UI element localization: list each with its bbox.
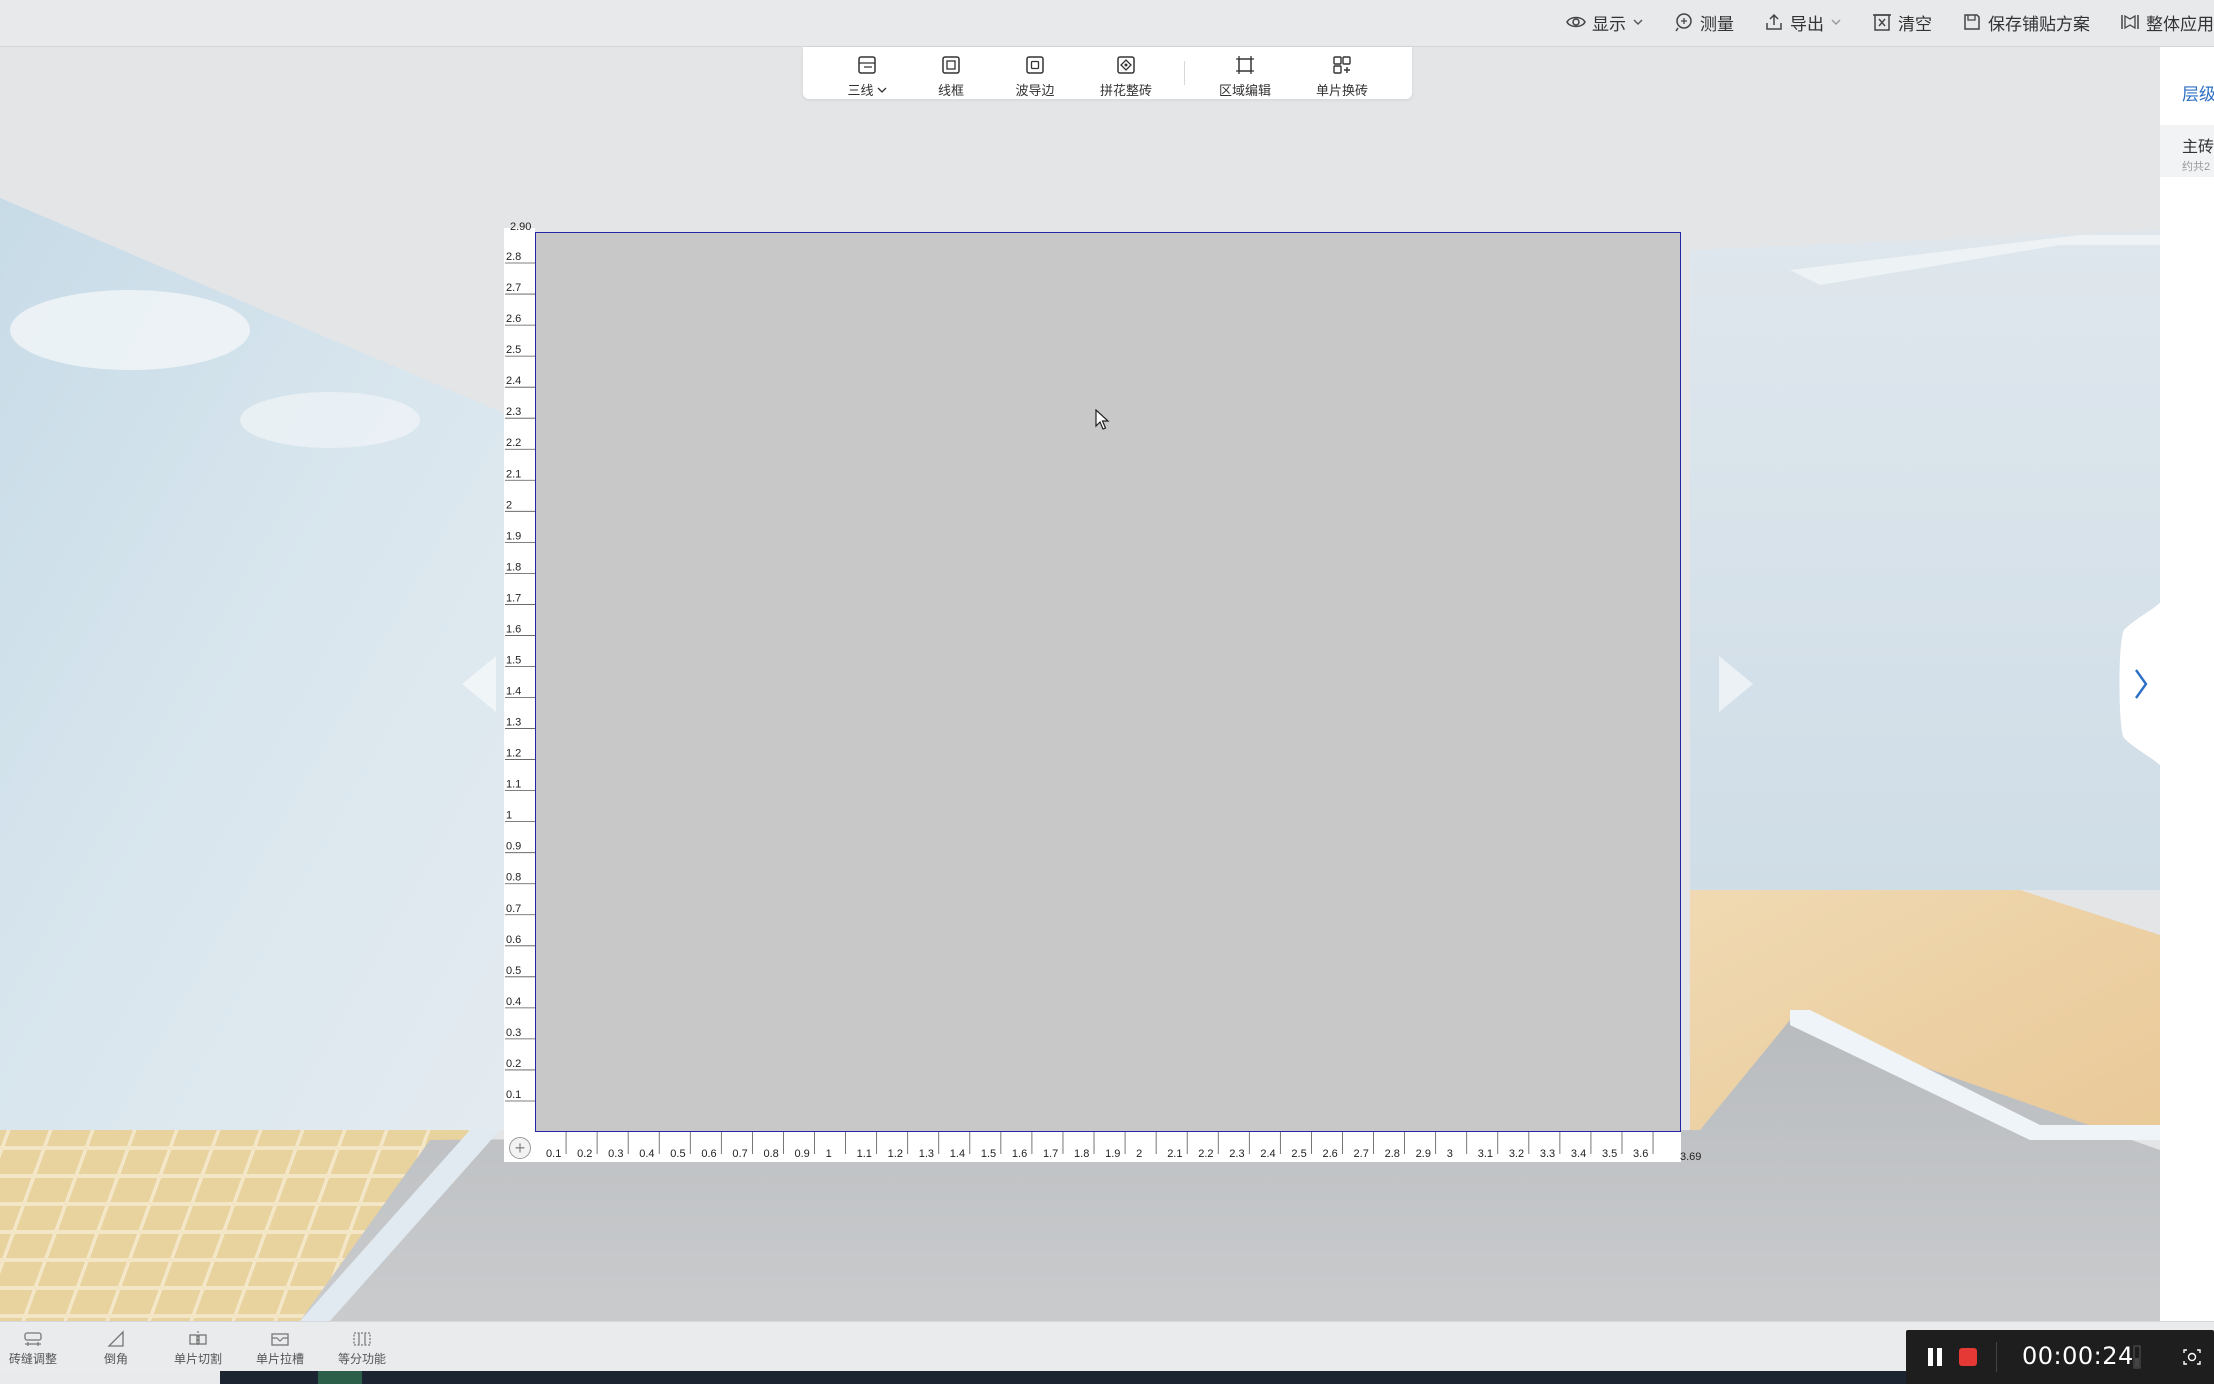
chamfer-tool[interactable]: 倒角 bbox=[81, 1330, 151, 1367]
apply-all-icon bbox=[2121, 14, 2139, 30]
chamfer-label: 倒角 bbox=[103, 1352, 128, 1366]
wireframe-icon bbox=[942, 56, 960, 74]
clear-button[interactable]: 清空 bbox=[1872, 10, 1932, 35]
single-replace-icon bbox=[1333, 56, 1351, 74]
taskbar bbox=[0, 1371, 2214, 1384]
save-plan-label: 保存铺贴方案 bbox=[1988, 14, 2090, 34]
chevron-down-icon bbox=[1633, 19, 1643, 25]
parquet-tile-tool[interactable]: 拼花整砖 bbox=[1091, 54, 1161, 99]
region-edit-icon bbox=[1236, 56, 1254, 74]
layer-item-subtitle: 约共2 bbox=[2182, 161, 2211, 173]
three-line-tool[interactable]: 三线 bbox=[832, 54, 902, 99]
equal-divide-icon bbox=[353, 1332, 371, 1346]
camera-icon[interactable] bbox=[2182, 1347, 2202, 1367]
equal-divide-label: 等分功能 bbox=[337, 1352, 386, 1366]
chevron-down-icon bbox=[877, 87, 886, 93]
recording-time: 00:00:24 bbox=[2022, 1342, 2134, 1370]
single-cut-label: 单片切割 bbox=[173, 1352, 222, 1366]
export-button[interactable]: 导出 bbox=[1764, 10, 1842, 35]
parquet-tile-icon bbox=[1117, 56, 1135, 74]
display-button[interactable]: 显示 bbox=[1566, 10, 1644, 35]
bottom-toolbar: 砖缝调整 倒角 单片切割 单片拉槽 等分功能 bbox=[0, 1321, 2214, 1371]
mouse-cursor-icon bbox=[1095, 409, 1110, 430]
tab-layers[interactable]: 层级 bbox=[2182, 80, 2214, 105]
three-line-label: 三线 bbox=[847, 80, 886, 99]
pause-icon[interactable] bbox=[1928, 1348, 1942, 1366]
eye-icon bbox=[1566, 16, 1586, 28]
region-edit-label: 区域编辑 bbox=[1218, 83, 1271, 98]
export-icon bbox=[1766, 13, 1782, 30]
clear-icon bbox=[1873, 14, 1891, 31]
single-replace-label: 单片换砖 bbox=[1315, 83, 1368, 98]
measure-label: 测量 bbox=[1700, 14, 1734, 34]
wave-edge-icon bbox=[1026, 56, 1044, 74]
edit-tool-panel: 三线 线框 波导边 拼花整砖 区域编辑 单片换砖 bbox=[803, 47, 1412, 99]
taskbar-app-icon[interactable] bbox=[318, 1371, 362, 1384]
wireframe-tool[interactable]: 线框 bbox=[916, 54, 986, 99]
wave-edge-label: 波导边 bbox=[1015, 83, 1055, 98]
recorder-divider bbox=[1996, 1342, 1997, 1372]
screen-recorder: 00:00:24 bbox=[1906, 1330, 2214, 1384]
add-button[interactable]: + bbox=[509, 1137, 531, 1159]
single-cut-icon bbox=[189, 1331, 207, 1347]
single-groove-icon bbox=[271, 1333, 289, 1346]
audio-level-icon bbox=[2133, 1345, 2141, 1369]
save-icon bbox=[1964, 14, 1980, 30]
single-groove-tool[interactable]: 单片拉槽 bbox=[245, 1330, 315, 1367]
stop-record-icon[interactable] bbox=[1959, 1348, 1977, 1366]
top-bar: 显示 测量 导出 清空 保存铺贴方案 整体应用 bbox=[0, 0, 2214, 47]
save-plan-button[interactable]: 保存铺贴方案 bbox=[1962, 10, 2090, 35]
three-line-icon bbox=[858, 56, 876, 74]
panel-collapse-handle[interactable] bbox=[2118, 598, 2164, 770]
layer-item-main-tile[interactable]: 主砖 约共2 bbox=[2160, 125, 2214, 177]
single-replace-tool[interactable]: 单片换砖 bbox=[1307, 54, 1377, 99]
three-line-text: 三线 bbox=[847, 83, 874, 98]
layer-panel: 层级 主砖 约共2 bbox=[2160, 47, 2214, 1321]
wave-edge-tool[interactable]: 波导边 bbox=[1000, 54, 1070, 99]
toolbar-divider bbox=[1184, 61, 1185, 85]
wall-canvas[interactable] bbox=[535, 232, 1681, 1132]
prev-wall-arrow[interactable] bbox=[462, 656, 496, 712]
single-groove-label: 单片拉槽 bbox=[255, 1352, 304, 1366]
wireframe-label: 线框 bbox=[937, 83, 964, 98]
chevron-down-icon bbox=[1831, 19, 1841, 25]
parquet-tile-label: 拼花整砖 bbox=[1099, 83, 1152, 98]
single-cut-tool[interactable]: 单片切割 bbox=[163, 1330, 233, 1367]
clear-label: 清空 bbox=[1898, 14, 1932, 34]
plus-icon: + bbox=[514, 1138, 526, 1158]
chamfer-icon bbox=[107, 1330, 124, 1347]
display-label: 显示 bbox=[1592, 14, 1626, 34]
layer-item-title: 主砖 bbox=[2182, 139, 2214, 156]
region-edit-tool[interactable]: 区域编辑 bbox=[1210, 54, 1280, 99]
export-label: 导出 bbox=[1790, 14, 1824, 34]
measure-button[interactable]: 测量 bbox=[1674, 10, 1734, 35]
apply-all-button[interactable]: 整体应用 bbox=[2120, 10, 2214, 35]
gap-adjust-tool[interactable]: 砖缝调整 bbox=[0, 1330, 68, 1367]
gap-adjust-icon bbox=[24, 1332, 42, 1346]
equal-divide-tool[interactable]: 等分功能 bbox=[327, 1330, 397, 1367]
measure-icon bbox=[1675, 13, 1692, 32]
next-wall-arrow[interactable] bbox=[1719, 656, 1753, 712]
taskbar-strip bbox=[0, 1371, 220, 1384]
apply-all-label: 整体应用 bbox=[2146, 14, 2214, 34]
gap-adjust-label: 砖缝调整 bbox=[8, 1352, 57, 1366]
top-actions: 显示 测量 导出 清空 保存铺贴方案 整体应用 bbox=[1566, 0, 2214, 44]
